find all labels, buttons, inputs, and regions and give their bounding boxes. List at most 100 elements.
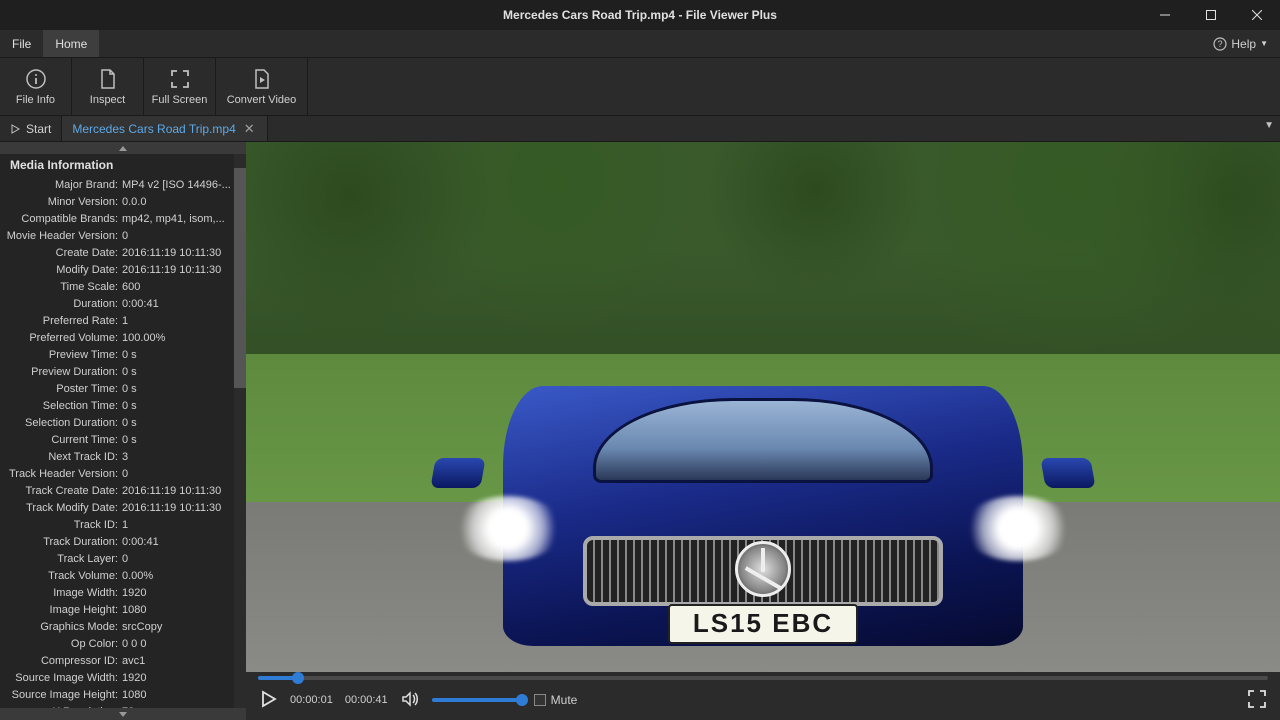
tab-file-label: Mercedes Cars Road Trip.mp4: [72, 122, 235, 136]
play-icon: [258, 689, 278, 709]
media-info-row: Movie Header Version:0: [0, 227, 246, 244]
fullscreen-button[interactable]: [1246, 688, 1268, 713]
total-time: 00:00:41: [345, 694, 388, 706]
media-info-value: 0 s: [122, 434, 246, 446]
media-info-label: Preview Duration:: [0, 366, 122, 378]
media-info-label: Op Color:: [0, 638, 122, 650]
help-button[interactable]: ? Help ▼: [1201, 30, 1280, 57]
media-info-label: Preview Time:: [0, 349, 122, 361]
media-info-label: Major Brand:: [0, 179, 122, 191]
media-info-row: Modify Date:2016:11:19 10:11:30: [0, 261, 246, 278]
media-info-label: Track Layer:: [0, 553, 122, 565]
media-info-row: Source Image Height:1080: [0, 686, 246, 703]
minimize-button[interactable]: [1142, 0, 1188, 30]
scrollbar-thumb[interactable]: [234, 168, 246, 388]
media-info-row: Compatible Brands:mp42, mp41, isom,...: [0, 210, 246, 227]
media-info-label: Track Volume:: [0, 570, 122, 582]
media-info-row: Op Color:0 0 0: [0, 635, 246, 652]
media-info-label: Preferred Rate:: [0, 315, 122, 327]
media-info-label: Compressor ID:: [0, 655, 122, 667]
media-info-row: Create Date:2016:11:19 10:11:30: [0, 244, 246, 261]
media-info-value: 0 s: [122, 349, 246, 361]
media-info-value: 0.0.0: [122, 196, 246, 208]
volume-slider[interactable]: [432, 698, 522, 702]
media-info-row: Minor Version:0.0.0: [0, 193, 246, 210]
media-info-label: Modify Date:: [0, 264, 122, 276]
media-info-label: Track Header Version:: [0, 468, 122, 480]
media-info-value: 1: [122, 315, 246, 327]
tab-overflow-button[interactable]: ▼: [1264, 120, 1274, 131]
media-info-row: Track Volume:0.00%: [0, 567, 246, 584]
title-bar: Mercedes Cars Road Trip.mp4 - File Viewe…: [0, 0, 1280, 30]
maximize-icon: [1206, 10, 1216, 20]
inspect-button[interactable]: Inspect: [72, 58, 144, 115]
scroll-down-button[interactable]: [0, 708, 246, 720]
media-info-value: 0: [122, 553, 246, 565]
tab-start[interactable]: Start: [0, 116, 62, 141]
close-button[interactable]: [1234, 0, 1280, 30]
sidebar-header: Media Information: [0, 154, 246, 176]
ribbon-toolbar: File Info Inspect Full Screen Convert Vi…: [0, 58, 1280, 116]
media-info-label: Movie Header Version:: [0, 230, 122, 242]
media-info-value: 0 s: [122, 417, 246, 429]
convert-video-label: Convert Video: [227, 94, 297, 106]
media-info-row: Next Track ID:3: [0, 448, 246, 465]
media-info-label: X Resolution:: [0, 706, 122, 709]
file-info-button[interactable]: File Info: [0, 58, 72, 115]
svg-text:?: ?: [1218, 39, 1223, 49]
volume-icon: [400, 689, 420, 709]
volume-knob[interactable]: [516, 694, 528, 706]
tab-start-label: Start: [26, 122, 51, 136]
play-button[interactable]: [258, 689, 278, 712]
document-icon: [96, 67, 120, 91]
convert-video-button[interactable]: Convert Video: [216, 58, 308, 115]
media-info-row: Track Duration:0:00:41: [0, 533, 246, 550]
menu-file[interactable]: File: [0, 30, 43, 57]
media-info-value: 1920: [122, 672, 246, 684]
inspect-label: Inspect: [90, 94, 125, 106]
media-info-row: Track ID:1: [0, 516, 246, 533]
media-info-value: MP4 v2 [ISO 14496-...: [122, 179, 246, 191]
media-info-value: 0: [122, 230, 246, 242]
media-info-row: Track Modify Date:2016:11:19 10:11:30: [0, 499, 246, 516]
close-icon: [1252, 10, 1262, 20]
media-info-label: Image Width:: [0, 587, 122, 599]
volume-button[interactable]: [400, 689, 420, 712]
progress-knob[interactable]: [292, 672, 304, 684]
media-info-value: 72: [122, 706, 246, 709]
media-info-label: Time Scale:: [0, 281, 122, 293]
media-info-label: Source Image Height:: [0, 689, 122, 701]
scroll-up-button[interactable]: [0, 142, 246, 154]
minimize-icon: [1160, 10, 1170, 20]
media-info-label: Selection Duration:: [0, 417, 122, 429]
media-info-value: 600: [122, 281, 246, 293]
tab-file[interactable]: Mercedes Cars Road Trip.mp4 ✕: [62, 116, 267, 141]
media-info-label: Selection Time:: [0, 400, 122, 412]
convert-icon: [250, 67, 274, 91]
media-info-row: Duration:0:00:41: [0, 295, 246, 312]
tab-close-icon[interactable]: ✕: [242, 121, 257, 137]
media-info-row: Image Height:1080: [0, 601, 246, 618]
help-label: Help: [1231, 37, 1256, 51]
media-info-row: Poster Time:0 s: [0, 380, 246, 397]
mute-label: Mute: [551, 693, 578, 707]
media-info-label: Current Time:: [0, 434, 122, 446]
media-info-value: 0 s: [122, 400, 246, 412]
help-icon: ?: [1213, 37, 1227, 51]
media-info-row: Compressor ID:avc1: [0, 652, 246, 669]
maximize-button[interactable]: [1188, 0, 1234, 30]
sidebar-scrollbar[interactable]: [234, 154, 246, 708]
media-info-value: 1080: [122, 689, 246, 701]
video-frame[interactable]: LS15 EBC: [246, 142, 1280, 672]
media-info-row: X Resolution:72: [0, 703, 246, 708]
mute-checkbox[interactable]: Mute: [534, 693, 578, 707]
menu-home[interactable]: Home: [43, 30, 99, 57]
full-screen-button[interactable]: Full Screen: [144, 58, 216, 115]
progress-slider[interactable]: [258, 676, 1268, 680]
media-info-value: 0 s: [122, 383, 246, 395]
media-info-label: Minor Version:: [0, 196, 122, 208]
media-info-value: 2016:11:19 10:11:30: [122, 502, 246, 514]
media-info-label: Track ID:: [0, 519, 122, 531]
chevron-down-icon: ▼: [1260, 39, 1268, 48]
media-info-label: Next Track ID:: [0, 451, 122, 463]
